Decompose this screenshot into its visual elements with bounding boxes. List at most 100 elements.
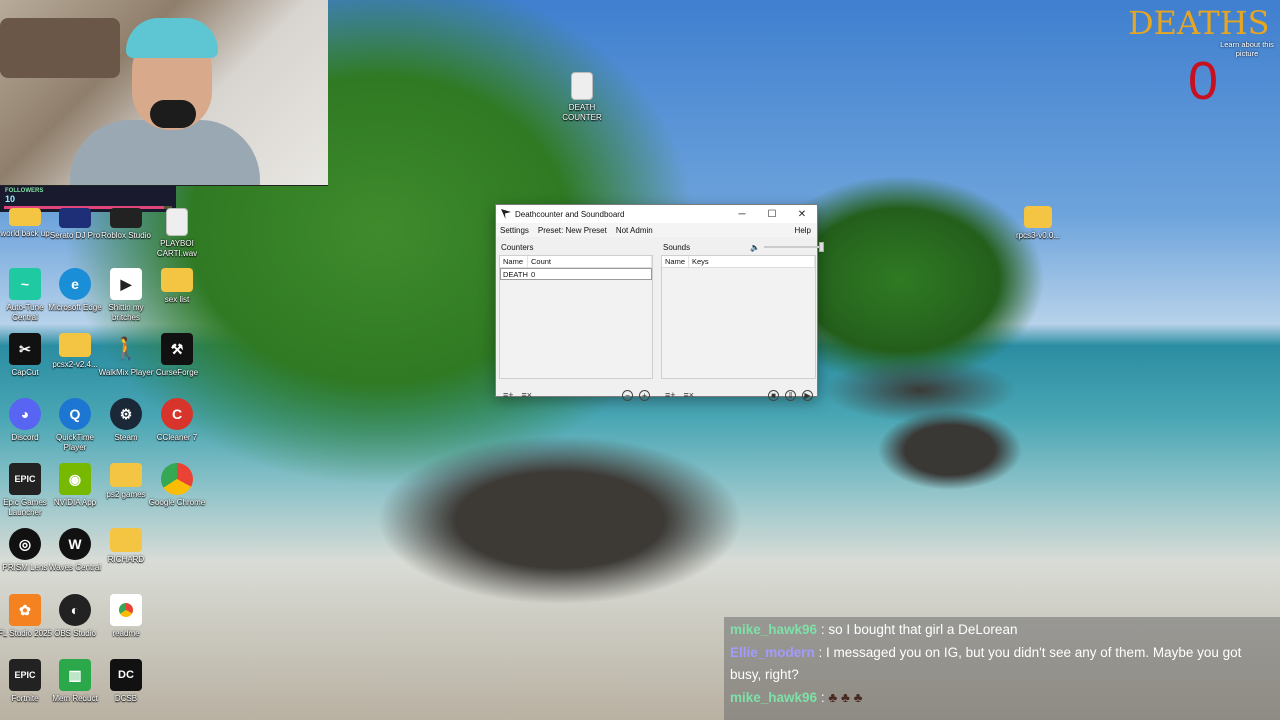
walkmix-icon: 🚶 [112, 336, 140, 361]
close-button[interactable]: ✕ [787, 209, 817, 220]
folder-icon [110, 463, 142, 487]
chat-text: : [820, 690, 825, 705]
file-icon [571, 72, 593, 100]
speaker-icon: 🔈 [750, 242, 761, 252]
learn-about-picture[interactable]: Learn about this picture [1218, 40, 1276, 58]
increment-icon[interactable]: + [639, 389, 650, 401]
desktop-icon-dcsb[interactable]: DC DCSB [95, 659, 157, 704]
mem-reduct-icon: ▥ [59, 659, 91, 691]
roblox-icon [110, 208, 142, 228]
menu-bar: Settings Preset: New Preset Not Admin He… [496, 223, 817, 237]
sounds-label: Sounds [663, 242, 691, 252]
chat-text: : so I bought that girl a DeLorean [820, 622, 1018, 637]
chat-message: mike_hawk96 : ♣ ♣ ♣ [730, 687, 1274, 709]
chat-overlay: mike_hawk96 : so I bought that girl a De… [724, 617, 1280, 720]
icon-label: rpcs3-v0.0... [1015, 231, 1060, 240]
menu-preset[interactable]: Preset: New Preset [538, 226, 607, 235]
menu-settings[interactable]: Settings [500, 226, 529, 235]
stop-icon[interactable]: ■ [768, 389, 779, 401]
add-sound-icon[interactable]: ≡+ [665, 390, 676, 400]
autotune-icon: ~ [9, 268, 41, 300]
chat-username: Ellie_modern [730, 645, 815, 660]
col-name[interactable]: Name [500, 256, 528, 267]
desktop-icon-curseforge[interactable]: ⚒ CurseForge [146, 333, 208, 378]
counters-toolbar: ≡+ ≡× − + [499, 388, 653, 402]
desktop-icon-richard[interactable]: RICHARD [95, 528, 157, 565]
counters-header: Name Count [500, 256, 652, 268]
chrome-icon [161, 463, 193, 495]
folder-icon [110, 528, 142, 552]
desktop-icon-readme[interactable]: readme [95, 594, 157, 639]
icon-label: Google Chrome [148, 498, 206, 507]
desktop-icon-ccleaner[interactable]: C CCleaner 7 [146, 398, 208, 443]
col-name[interactable]: Name [662, 256, 689, 267]
decrement-icon[interactable]: − [622, 389, 633, 401]
icon-label: RICHARD [107, 555, 145, 564]
ccleaner-icon: C [161, 398, 193, 430]
menu-help[interactable]: Help [795, 226, 811, 235]
maximize-button[interactable]: ☐ [757, 209, 787, 220]
table-row[interactable]: DEATH 0 [500, 268, 652, 280]
edge-icon: e [59, 268, 91, 300]
chat-message: Ellie_modern : I messaged you on IG, but… [730, 642, 1274, 686]
volume-slider[interactable] [764, 242, 825, 252]
emote-icon: ♣ ♣ ♣ [828, 690, 863, 705]
remove-sound-icon[interactable]: ≡× [684, 390, 695, 400]
menu-admin[interactable]: Not Admin [616, 226, 653, 235]
title-bar[interactable]: Deathcounter and Soundboard ─ ☐ ✕ [496, 205, 817, 223]
fl-studio-icon: ✿ [9, 594, 41, 626]
icon-label: CurseForge [155, 368, 199, 377]
icon-label: CCleaner 7 [156, 433, 198, 442]
chat-message: mike_hawk96 : so I bought that girl a De… [730, 619, 1274, 641]
discord-icon: ◕ [9, 398, 41, 430]
app-flag-icon [501, 209, 511, 219]
icon-label: DCSB [114, 694, 138, 703]
col-count[interactable]: Count [528, 256, 652, 267]
icon-label: PLAYBOI CARTI.wav [156, 239, 198, 258]
remove-counter-icon[interactable]: ≡× [522, 390, 533, 400]
minimize-button[interactable]: ─ [727, 209, 757, 220]
microphone [150, 100, 196, 128]
icon-label: Shittin my britches [108, 303, 144, 322]
desktop-icon-rpcs3[interactable]: rpcs3-v0.0... [1007, 206, 1069, 241]
desktop-icon-chrome[interactable]: Google Chrome [146, 463, 208, 508]
file-icon [166, 208, 188, 236]
waves-icon: W [59, 528, 91, 560]
pause-icon[interactable]: ‖ [785, 389, 796, 401]
counters-panel: Counters Name Count DEATH 0 ≡+ ≡× − + [499, 239, 653, 402]
counter-name: DEATH [503, 270, 528, 279]
quicktime-icon: Q [59, 398, 91, 430]
webcam-overlay [0, 0, 328, 186]
serato-icon [59, 208, 91, 228]
folder-icon [9, 208, 41, 226]
add-counter-icon[interactable]: ≡+ [503, 390, 514, 400]
media-file-icon: ▶ [110, 268, 142, 300]
icon-label: sex list [164, 295, 190, 304]
col-keys[interactable]: Keys [689, 256, 815, 267]
streamer-shirt [70, 120, 260, 185]
desktop-icon-sex-list[interactable]: sex list [146, 268, 208, 305]
html-file-icon [110, 594, 142, 626]
sounds-header-row: Name Keys [662, 256, 815, 268]
deathcounter-window: Deathcounter and Soundboard ─ ☐ ✕ Settin… [495, 204, 825, 402]
counter-count: 0 [531, 270, 536, 279]
counters-label: Counters [501, 242, 534, 252]
icon-label: DEATH COUNTER [562, 103, 602, 122]
streamer-cap [126, 18, 218, 58]
nvidia-icon: ◉ [59, 463, 91, 495]
prism-lens-icon: ◎ [9, 528, 41, 560]
chat-username: mike_hawk96 [730, 690, 818, 705]
followers-count: 10 [5, 194, 16, 204]
deaths-count: 0 [1188, 51, 1219, 111]
chat-username: mike_hawk96 [730, 622, 818, 637]
volume-control: 🔈 [750, 242, 825, 252]
desktop-icon-playboi[interactable]: PLAYBOI CARTI.wav [146, 208, 208, 259]
volume-slider-handle[interactable] [819, 242, 825, 252]
counters-list[interactable]: Name Count DEATH 0 [499, 255, 653, 379]
sounds-list[interactable]: Name Keys [661, 255, 816, 379]
play-icon[interactable]: ▶ [802, 389, 813, 401]
desktop-icon-death-counter[interactable]: DEATH COUNTER [551, 72, 613, 123]
folder-icon [161, 268, 193, 292]
sounds-panel: Sounds 🔈 Name Keys ≡+ ≡× ■ ‖ ▶ [661, 239, 825, 401]
sounds-header: Sounds 🔈 [661, 239, 825, 255]
